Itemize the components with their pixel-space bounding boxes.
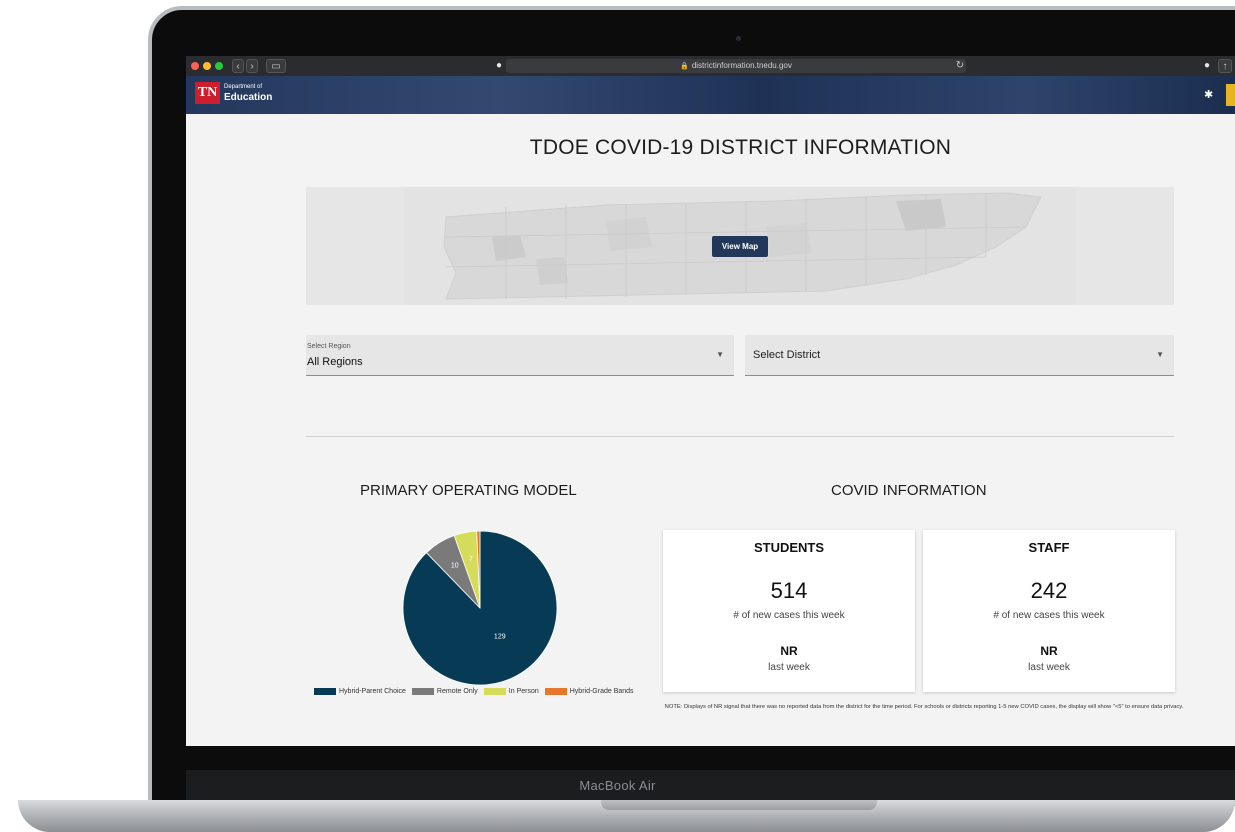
legend-swatch xyxy=(483,688,506,695)
share-icon[interactable]: ↑ xyxy=(1218,59,1232,73)
staff-new-cases: 242 xyxy=(1030,578,1068,603)
legend-item[interactable]: Hybrid-Grade Bands xyxy=(544,688,634,695)
staff-title: STAFF xyxy=(1028,540,1070,555)
students-title: STUDENTS xyxy=(753,540,825,555)
shield-icon[interactable]: ● xyxy=(492,59,506,73)
webcam xyxy=(736,36,741,41)
chart-legend: Hybrid-Parent Choice Remote Only In Person… xyxy=(314,688,634,695)
legend-swatch xyxy=(314,688,336,695)
staff-last-week-value: NR xyxy=(1040,644,1058,658)
legend-swatch xyxy=(544,688,567,695)
sidebar-icon[interactable]: ▭ xyxy=(266,59,286,73)
forward-icon[interactable]: › xyxy=(246,59,258,73)
dept-label-small: Department of xyxy=(224,84,263,90)
region-select[interactable]: Select Region All Regions ▼ xyxy=(306,335,734,376)
close-window-icon[interactable] xyxy=(191,62,199,70)
device-label: MacBook Air xyxy=(579,778,656,793)
staff-new-cases-label: # of new cases this week xyxy=(993,610,1105,621)
lock-icon: 🔒 xyxy=(680,63,689,70)
students-last-week-value: NR xyxy=(780,644,798,658)
page-title: TDOE COVID-19 DISTRICT INFORMATION xyxy=(529,136,952,159)
dept-label-big: Education xyxy=(224,92,273,103)
back-icon[interactable]: ‹ xyxy=(232,59,244,73)
operating-model-pie-chart: 129 10 7 xyxy=(400,528,560,688)
legend-label: Remote Only xyxy=(436,688,478,695)
students-card: STUDENTS 514 # of new cases this week NR… xyxy=(663,530,915,692)
site-header: TN Department of Education ✱ xyxy=(186,76,1235,114)
pie-data-label: 129 xyxy=(494,633,506,640)
section-divider xyxy=(306,436,1174,437)
legend-label: Hybrid-Grade Bands xyxy=(569,688,634,695)
legend-label: Hybrid-Parent Choice xyxy=(339,688,406,695)
pie-data-label: 10 xyxy=(451,562,459,569)
view-map-button[interactable]: View Map xyxy=(712,236,768,257)
browser-screen: ‹ › ▭ ● ≡ 🔒districtinformation.tnedu.gov… xyxy=(186,56,1235,746)
minimize-window-icon[interactable] xyxy=(203,62,211,70)
tn-logo[interactable]: TN xyxy=(195,82,220,104)
students-last-week-label: last week xyxy=(768,662,810,673)
address-bar[interactable]: 🔒 districtinformation.tnedu.gov xyxy=(506,59,966,73)
download-icon[interactable]: ● xyxy=(1200,59,1214,73)
students-new-cases-label: # of new cases this week xyxy=(733,610,845,621)
district-select-placeholder: Select District xyxy=(753,349,821,361)
legend-item[interactable]: Hybrid-Parent Choice xyxy=(314,688,406,695)
legend-label: In Person xyxy=(508,688,539,695)
legend-item[interactable]: In Person xyxy=(483,688,539,695)
chevron-down-icon: ▼ xyxy=(1156,350,1164,359)
reload-icon[interactable]: ↻ xyxy=(954,59,966,73)
pie-data-label: 7 xyxy=(469,556,473,563)
legend-item[interactable]: Remote Only xyxy=(411,688,478,695)
operating-model-heading: PRIMARY OPERATING MODEL xyxy=(360,482,577,499)
gear-icon[interactable]: ✱ xyxy=(1204,88,1213,101)
data-privacy-note: NOTE: Displays of NR signal that there w… xyxy=(664,704,1184,710)
students-new-cases: 514 xyxy=(770,578,808,603)
district-select[interactable]: Select District ▼ xyxy=(745,335,1174,376)
covid-info-heading: COVID INFORMATION xyxy=(831,482,987,499)
legend-swatch xyxy=(411,688,434,695)
url-text: districtinformation.tnedu.gov xyxy=(691,61,792,70)
laptop-notch xyxy=(601,800,877,810)
header-badge[interactable] xyxy=(1226,84,1235,106)
region-select-value: All Regions xyxy=(307,356,363,368)
map-preview[interactable]: View Map xyxy=(306,187,1174,305)
chevron-down-icon: ▼ xyxy=(716,350,724,359)
maximize-window-icon[interactable] xyxy=(215,62,223,70)
browser-toolbar: ‹ › ▭ ● ≡ 🔒districtinformation.tnedu.gov… xyxy=(186,56,1235,76)
staff-last-week-label: last week xyxy=(1028,662,1070,673)
staff-card: STAFF 242 # of new cases this week NR la… xyxy=(923,530,1175,692)
region-select-label: Select Region xyxy=(307,343,351,350)
